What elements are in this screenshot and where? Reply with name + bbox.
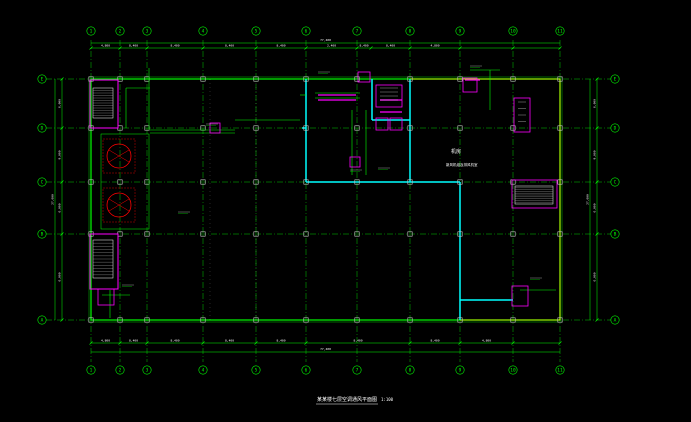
dimension-label: 4,800 [430, 44, 439, 48]
axis-bubble-label: D [614, 126, 617, 132]
dimension-label: 8,400 [430, 339, 439, 343]
axis-bubble-label: 8 [409, 29, 412, 35]
dimension-label: 8,400 [276, 339, 285, 343]
axis-bubble-label: A [614, 318, 617, 324]
dimension-label: 4,800 [101, 339, 110, 343]
axis-bubble-label: 3 [146, 29, 149, 35]
dimension-label: 4,800 [101, 44, 110, 48]
room-sublabel: 新风机组及排风机室 [446, 162, 478, 167]
dimension-total-label: 27,000 [51, 194, 55, 205]
dimension-label: 8,400 [170, 44, 179, 48]
dimension-label: 6,000 [593, 203, 597, 212]
axis-bubble-label: B [614, 232, 617, 238]
equipment-box [349, 156, 361, 168]
dimension-label: 6,000 [58, 203, 62, 212]
dimension-label: 8,400 [225, 44, 234, 48]
axis-bubble-label: 11 [557, 29, 563, 35]
axis-bubble-label: A [41, 318, 44, 324]
outer-wall [90, 78, 561, 321]
axis-bubble-label: 8 [409, 368, 412, 374]
axis-bubble-label: 1 [90, 368, 93, 374]
axis-bubble-label: 11 [557, 368, 563, 374]
dimension-label: 8,400 [129, 339, 138, 343]
axis-bubble-label: E [614, 77, 617, 83]
dimension-label: 9,000 [593, 150, 597, 159]
dimension-label: 8,400 [359, 44, 368, 48]
equipment-box [511, 285, 529, 307]
axis-bubble-label: 4 [202, 29, 205, 35]
dimension-label: 8,400 [353, 339, 362, 343]
dimension-label: 9,000 [58, 150, 62, 159]
dimension-label: 6,000 [58, 272, 62, 281]
axis-bubble-label: 4 [202, 368, 205, 374]
hvac-equipment [89, 65, 558, 320]
axis-bubble-label: C [614, 180, 617, 186]
axis-bubble-label: 6 [305, 368, 308, 374]
axis-bubble-label: 5 [255, 29, 258, 35]
axis-bubble-label: 7 [356, 368, 359, 374]
axis-bubble-label: 10 [510, 368, 516, 374]
dimension-label: 6,000 [58, 99, 62, 108]
drawing-title: 某某楼七层空调通风平面图 [317, 396, 377, 403]
dimension-label: 6,000 [593, 272, 597, 281]
axis-bubble-label: 10 [510, 29, 516, 35]
stair-enclosure [89, 79, 119, 129]
axis-bubble-label: C [41, 180, 44, 186]
stair-enclosure [89, 233, 119, 290]
outer-wall-line [88, 76, 563, 323]
dimension-label: 4,800 [482, 339, 491, 343]
axis-bubble-label: 1 [90, 29, 93, 35]
dimension-label: 8,400 [225, 339, 234, 343]
dimension-total-label: 27,000 [586, 194, 590, 205]
dimension-total-label: 77,400 [320, 347, 331, 351]
equipment-box [97, 288, 115, 306]
axis-grid-lines [46, 40, 612, 362]
axis-bubble-label: E [41, 77, 44, 83]
room-label: 机房 [451, 148, 461, 155]
axis-bubble-label: 3 [146, 368, 149, 374]
building-walls [88, 76, 563, 323]
dimension-label: 8,400 [276, 44, 285, 48]
dimension-label: 2,400 [327, 44, 336, 48]
dimension-total-label: 77,400 [320, 38, 331, 42]
axis-bubble-label: D [41, 126, 44, 132]
axis-bubble-label: 9 [459, 368, 462, 374]
dimension-label: 6,000 [593, 99, 597, 108]
axis-bubble-label: 5 [255, 368, 258, 374]
floor-plan-drawing: 4,800 8,400 8,400 8,400 8,400 2,400 8,400 8,400… [37, 26, 620, 405]
axis-bubble-label: 6 [305, 29, 308, 35]
drawing-scale: 1:100 [381, 397, 394, 402]
dimension-label: 8,400 [129, 44, 138, 48]
axis-bubble-label: 2 [119, 368, 122, 374]
axis-bubble-label: 9 [459, 29, 462, 35]
dimension-label: 8,400 [386, 44, 395, 48]
fan-room [100, 133, 150, 230]
axis-bubble-label: B [41, 232, 44, 238]
dimension-label: 8,400 [170, 339, 179, 343]
yellow-wall [410, 78, 561, 321]
axis-bubble-label: 2 [119, 29, 122, 35]
axis-bubble-label: 7 [356, 29, 359, 35]
